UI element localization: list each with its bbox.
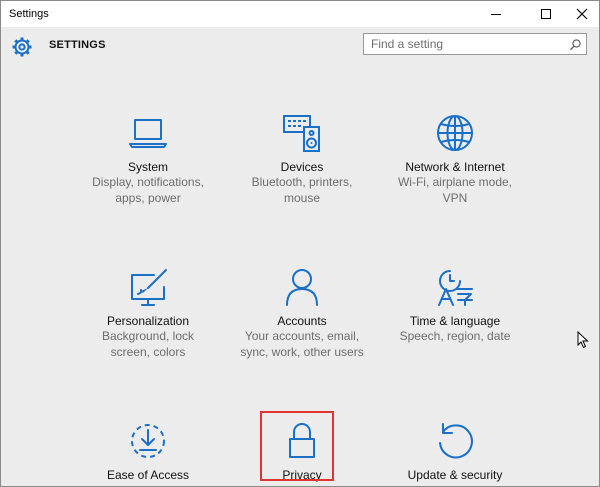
- search-input[interactable]: [364, 34, 567, 54]
- tile-devices-description: Bluetooth, printers, mouse: [251, 175, 353, 205]
- tile-network-name: Network & Internet: [405, 160, 505, 174]
- search-box[interactable]: [363, 33, 587, 55]
- tile-time-language-name: Time & language: [409, 314, 501, 328]
- tile-devices[interactable]: Devices Bluetooth, printers, mouse: [227, 113, 377, 206]
- tile-system[interactable]: System Display, notifications, apps, pow…: [73, 113, 223, 206]
- mouse-cursor-icon: [577, 331, 589, 349]
- window-title: Settings: [9, 8, 49, 20]
- privacy-highlight-box: [260, 411, 334, 481]
- time-language-icon: [438, 270, 473, 306]
- close-button[interactable]: [565, 1, 599, 27]
- settings-window: Settings SETTINGS Find a setting System …: [0, 0, 600, 487]
- search-icon[interactable]: [569, 38, 582, 51]
- tile-accounts[interactable]: Accounts Your accounts, email, sync, wor…: [227, 267, 377, 360]
- devices-icon: [283, 115, 320, 152]
- tile-personalization[interactable]: Personalization Background, lock screen,…: [73, 267, 223, 360]
- tile-time-language[interactable]: Time & language Speech, region, date: [380, 267, 530, 345]
- tile-ease-of-access[interactable]: Ease of Access: [73, 421, 223, 483]
- ease-of-access-icon: [131, 424, 165, 458]
- globe-icon: [437, 115, 473, 151]
- tile-update-security-name: Update & security: [407, 468, 503, 482]
- tile-network-internet[interactable]: Network & Internet Wi-Fi, airplane mode,…: [380, 113, 530, 206]
- tile-update-security[interactable]: Update & security: [380, 421, 530, 483]
- tile-personalization-name: Personalization: [106, 314, 190, 328]
- tile-accounts-description: Your accounts, email, sync, work, other …: [240, 329, 364, 359]
- close-icon: [576, 8, 588, 20]
- maximize-icon: [541, 9, 551, 19]
- minimize-icon: [491, 14, 501, 15]
- maximize-button[interactable]: [529, 1, 563, 27]
- tile-ease-of-access-name: Ease of Access: [106, 468, 190, 482]
- tile-time-language-description: Speech, region, date: [399, 329, 511, 343]
- gear-icon: [11, 36, 33, 58]
- tile-system-description: Display, notifications, apps, power: [92, 175, 204, 205]
- tile-personalization-description: Background, lock screen, colors: [101, 329, 195, 359]
- tile-devices-name: Devices: [280, 160, 324, 174]
- tile-accounts-name: Accounts: [277, 314, 327, 328]
- laptop-icon: [129, 119, 167, 148]
- person-icon: [286, 269, 318, 306]
- tile-system-name: System: [127, 160, 168, 174]
- minimize-button[interactable]: [479, 1, 513, 27]
- tile-network-description: Wi-Fi, airplane mode, VPN: [397, 175, 513, 205]
- update-icon: [439, 423, 473, 459]
- settings-header: SETTINGS: [1, 27, 599, 67]
- page-title: SETTINGS: [49, 39, 106, 51]
- personalization-icon: [131, 269, 167, 306]
- title-bar[interactable]: Settings: [1, 1, 599, 27]
